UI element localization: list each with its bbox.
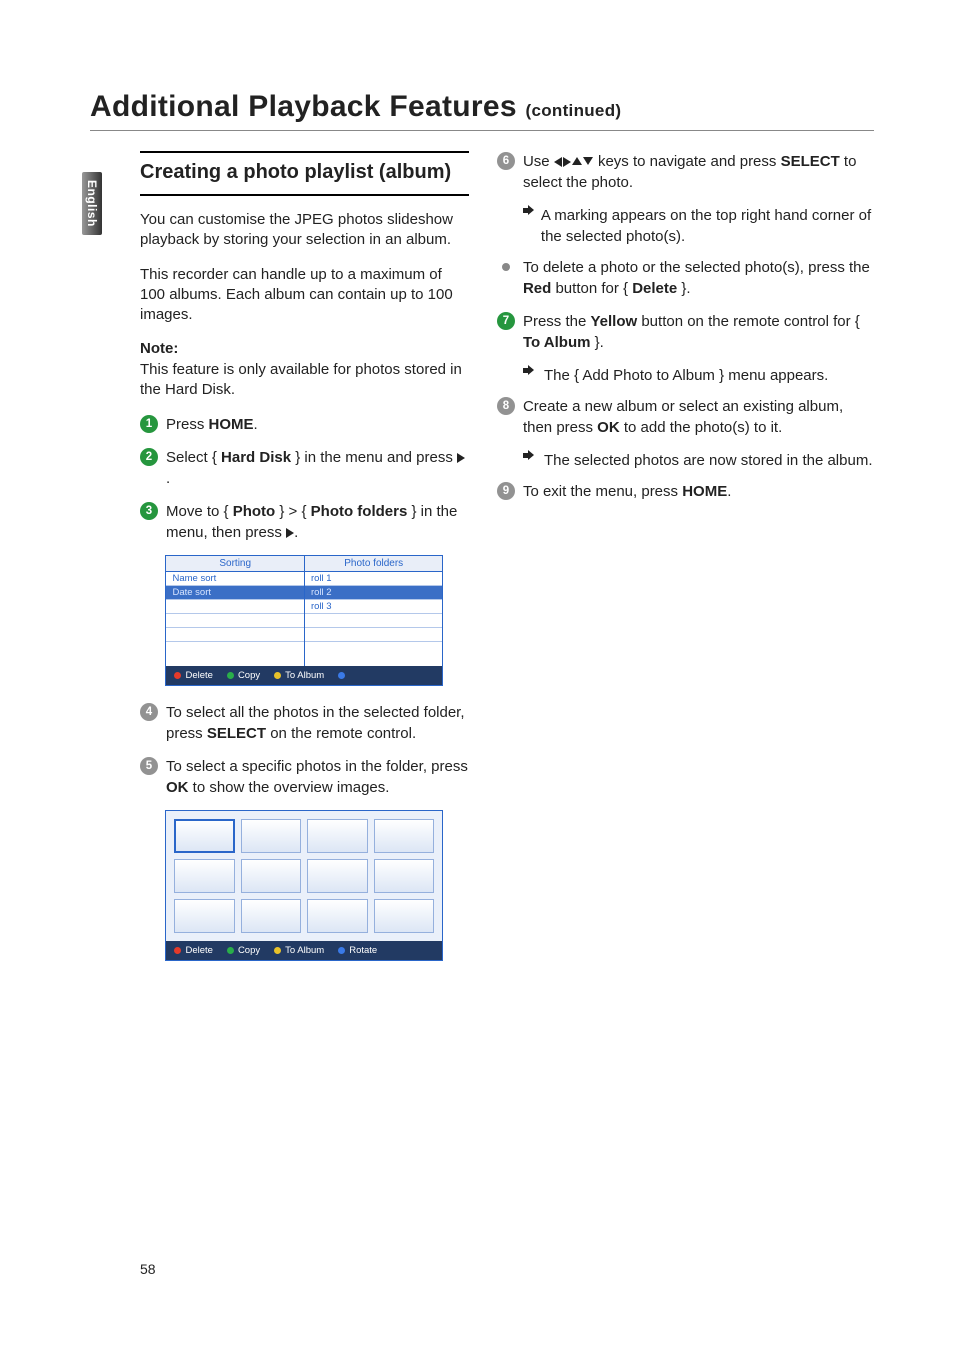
step-4: 4 To select all the photos in the select… [140, 702, 469, 744]
dot-yellow-icon [274, 947, 281, 954]
section-heading-block: Creating a photo playlist (album) [140, 151, 469, 196]
page-title: Additional Playback Features (continued) [90, 90, 874, 124]
thumbnail [241, 859, 302, 893]
page-number: 58 [140, 1261, 156, 1277]
dot-red-icon [174, 672, 181, 679]
nav-arrows-icon [554, 157, 594, 167]
thumbnail [374, 859, 435, 893]
play-right-icon [286, 528, 294, 538]
step-8-result: The selected photos are now stored in th… [497, 450, 874, 471]
folders-header: Photo folders [305, 556, 443, 572]
dot-blue-icon [338, 672, 345, 679]
step-2: 2 Select { Hard Disk } in the menu and p… [140, 447, 469, 489]
dot-green-icon [227, 947, 234, 954]
step-number-icon: 2 [140, 448, 158, 466]
thumbnail [307, 899, 368, 933]
folder-item-selected: roll 2 [305, 586, 443, 600]
title-rule [90, 130, 874, 131]
thumbnail [307, 859, 368, 893]
dot-red-icon [174, 947, 181, 954]
intro-para-1: You can customise the JPEG photos slides… [140, 210, 469, 251]
title-continued: (continued) [526, 101, 622, 120]
step-8: 8 Create a new album or select an existi… [497, 396, 874, 438]
step-3: 3 Move to { Photo } > { Photo folders } … [140, 501, 469, 543]
step-number-icon: 4 [140, 703, 158, 721]
result-arrow-icon [523, 450, 533, 460]
result-arrow-icon [523, 205, 530, 215]
note-body: This feature is only available for photo… [140, 361, 462, 398]
step-7-result: The { Add Photo to Album } menu appears. [497, 365, 874, 386]
sort-option: Name sort [166, 572, 304, 586]
folder-item: roll 3 [305, 600, 443, 614]
step-number-icon: 1 [140, 415, 158, 433]
note-label: Note: [140, 339, 469, 359]
thumbnail [174, 859, 235, 893]
step-number-icon: 9 [497, 482, 515, 500]
thumbnail [241, 899, 302, 933]
title-main: Additional Playback Features [90, 90, 526, 123]
dot-blue-icon [338, 947, 345, 954]
screenshot-footer: Delete Copy To Album Rotate [166, 941, 442, 960]
intro-para-2: This recorder can handle up to a maximum… [140, 265, 469, 326]
step-9: 9 To exit the menu, press HOME. [497, 481, 874, 502]
section-heading: Creating a photo playlist (album) [140, 160, 469, 184]
thumbnail [374, 819, 435, 853]
step-number-icon: 3 [140, 502, 158, 520]
bullet-delete: To delete a photo or the selected photo(… [497, 257, 874, 299]
screenshot-footer: Delete Copy To Album [166, 666, 442, 685]
step-1: 1 Press HOME. [140, 414, 469, 435]
note-para: Note: This feature is only available for… [140, 339, 469, 400]
thumbnail-selected [174, 819, 235, 853]
step-6: 6 Use keys to navigate and press SELECT … [497, 151, 874, 193]
folder-item: roll 1 [305, 572, 443, 586]
screenshot-thumbnails: Delete Copy To Album Rotate [165, 810, 443, 961]
sorting-header: Sorting [166, 556, 304, 572]
play-right-icon [457, 453, 465, 463]
side-tab: English [82, 172, 102, 235]
bullet-icon [502, 263, 510, 271]
thumbnail [174, 899, 235, 933]
step-number-icon: 6 [497, 152, 515, 170]
step-number-icon: 5 [140, 757, 158, 775]
dot-green-icon [227, 672, 234, 679]
result-arrow-icon [523, 365, 533, 375]
thumbnail [374, 899, 435, 933]
dot-yellow-icon [274, 672, 281, 679]
step-number-icon: 7 [497, 312, 515, 330]
step-5: 5 To select a specific photos in the fol… [140, 756, 469, 798]
sort-option-selected: Date sort [166, 586, 304, 600]
thumbnail [241, 819, 302, 853]
screenshot-photo-folders: Sorting Name sort Date sort . . . . Phot… [165, 555, 443, 686]
thumbnail [307, 819, 368, 853]
step-6-result: A marking appears on the top right hand … [497, 205, 874, 247]
step-number-icon: 8 [497, 397, 515, 415]
step-7: 7 Press the Yellow button on the remote … [497, 311, 874, 353]
